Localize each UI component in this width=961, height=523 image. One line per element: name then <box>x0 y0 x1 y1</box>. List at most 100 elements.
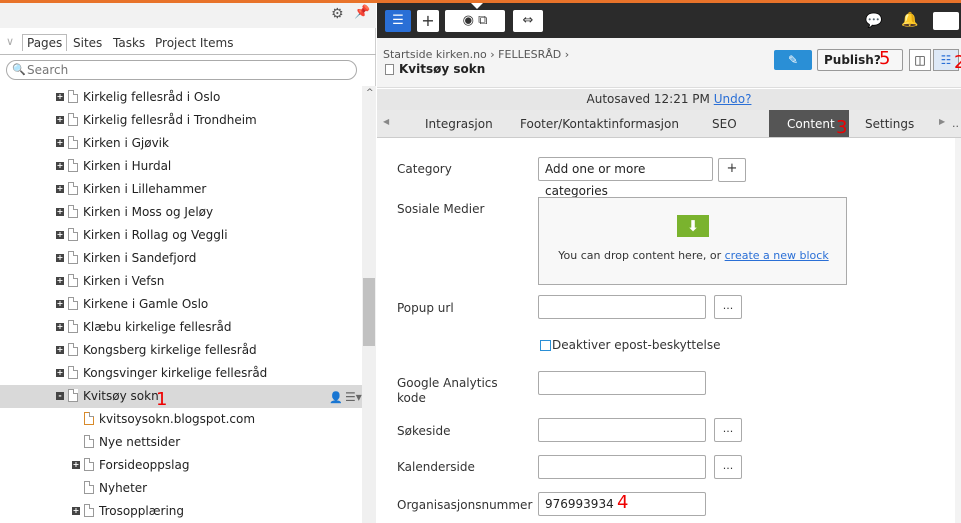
tree-row-label: Kirkene i Gamle Oslo <box>83 297 209 311</box>
page-icon <box>84 458 94 471</box>
collapse-icon[interactable]: - <box>56 392 64 400</box>
user-icon[interactable]: 👤 <box>329 391 343 404</box>
preview-button[interactable]: ◉ ⧉ <box>445 10 505 32</box>
tree-row-label: Forsideoppslag <box>99 458 190 472</box>
form-scrollbar[interactable] <box>955 138 961 523</box>
tree-row-label: Kirken i Rollag og Veggli <box>83 228 228 242</box>
category-button[interactable]: Add one or more categories <box>538 157 713 198</box>
search-page-input[interactable] <box>538 418 706 442</box>
search-page-browse-button[interactable]: ... <box>714 418 742 442</box>
tree-row[interactable]: + Kongsvinger kirkelige fellesråd <box>0 362 362 385</box>
expand-icon[interactable]: + <box>72 507 80 515</box>
more-tabs-icon[interactable]: .. <box>952 117 959 130</box>
tree-row[interactable]: Nye nettsider <box>0 431 362 454</box>
tree-row[interactable]: + Trosopplæring <box>0 500 362 523</box>
chat-icon[interactable]: 💬 <box>865 13 882 29</box>
tree-row[interactable]: - Kvitsøy sokn <box>0 385 362 408</box>
expand-icon[interactable]: + <box>56 208 64 216</box>
undo-link[interactable]: Undo? <box>714 92 752 106</box>
expand-icon[interactable]: + <box>56 162 64 170</box>
popup-browse-button[interactable]: ... <box>714 295 742 319</box>
expand-icon[interactable]: + <box>56 116 64 124</box>
page-tree: + Kirkelig fellesråd i Oslo + Kirkelig fell… <box>0 86 362 523</box>
expand-icon[interactable]: + <box>56 369 64 377</box>
tree-row[interactable]: + Kirkene i Gamle Oslo <box>0 293 362 316</box>
calendar-browse-button[interactable]: ... <box>714 455 742 479</box>
gear-icon[interactable]: ⚙ <box>331 6 344 22</box>
tree-row[interactable]: + Kongsberg kirkelige fellesråd <box>0 339 362 362</box>
tab-tasks[interactable]: Tasks <box>113 36 145 50</box>
autosave-text: Autosaved 12:21 PM <box>586 92 710 106</box>
expand-icon[interactable]: + <box>56 185 64 193</box>
expand-icon[interactable]: + <box>56 300 64 308</box>
popup-url-input[interactable] <box>538 295 706 319</box>
scroll-left-icon[interactable]: ◀ <box>383 117 389 126</box>
scrollbar-thumb[interactable] <box>363 278 375 346</box>
tab-settings[interactable]: Settings <box>865 117 914 131</box>
expand-icon[interactable]: + <box>56 346 64 354</box>
page-icon <box>68 113 78 126</box>
tree-toggle-button[interactable]: ☰ <box>385 10 411 32</box>
edit-icon[interactable]: ✎ <box>774 50 812 70</box>
tree-row[interactable]: + Klæbu kirkelige fellesråd <box>0 316 362 339</box>
expand-icon[interactable]: + <box>72 461 80 469</box>
tree-row[interactable]: + Forsideoppslag <box>0 454 362 477</box>
tree-row[interactable]: + Kirken i Gjøvik <box>0 132 362 155</box>
search-input[interactable] <box>27 63 347 77</box>
add-button[interactable]: + <box>417 10 439 32</box>
tree-row[interactable]: + Kirken i Rollag og Veggli <box>0 224 362 247</box>
page-icon <box>68 159 78 172</box>
tree-row[interactable]: + Kirken i Moss og Jeløy <box>0 201 362 224</box>
tree-row-label: Kirken i Moss og Jeløy <box>83 205 214 219</box>
page-icon <box>68 366 78 379</box>
bell-icon[interactable]: 🔔 <box>901 12 918 28</box>
content-drop-area[interactable]: ⬇ You can drop content here, or create a… <box>538 197 847 285</box>
tab-sites[interactable]: Sites <box>73 36 102 50</box>
tab-content[interactable]: Content <box>787 117 835 131</box>
scroll-up-arrow[interactable]: ^ <box>366 88 374 98</box>
email-protection-checkbox[interactable] <box>540 340 551 351</box>
row-menu-icon[interactable]: ☰▾ <box>345 390 362 404</box>
expand-icon[interactable]: + <box>56 139 64 147</box>
page-icon <box>68 251 78 264</box>
page-icon <box>68 205 78 218</box>
page-icon <box>68 274 78 287</box>
tab-project-items[interactable]: Project Items <box>155 36 233 50</box>
tree-row[interactable]: + Kirken i Sandefjord <box>0 247 362 270</box>
expand-icon[interactable]: + <box>56 93 64 101</box>
toolbar-dropdown-caret[interactable] <box>471 3 483 9</box>
tab-integrasjon[interactable]: Integrasjon <box>425 117 493 131</box>
tree-row[interactable]: + Kirkelig fellesråd i Oslo <box>0 86 362 109</box>
expand-icon[interactable]: + <box>56 231 64 239</box>
tab-pages[interactable]: Pages <box>22 34 68 51</box>
tab-seo[interactable]: SEO <box>712 117 737 131</box>
create-block-link[interactable]: create a new block <box>725 249 829 262</box>
expand-icon[interactable]: + <box>56 277 64 285</box>
expand-icon[interactable]: + <box>56 254 64 262</box>
page-icon <box>385 64 394 75</box>
tree-row[interactable]: + Kirkelig fellesråd i Trondheim <box>0 109 362 132</box>
compare-button[interactable]: ⇔ <box>513 10 543 32</box>
google-analytics-input[interactable] <box>538 371 706 395</box>
assets-pane-icon[interactable] <box>933 12 959 30</box>
tree-row-label: Kirken i Vefsn <box>83 274 165 288</box>
tree-row[interactable]: + Kirken i Vefsn <box>0 270 362 293</box>
pin-icon[interactable]: 📌 <box>354 5 370 20</box>
tab-footer-kontaktinformasjon[interactable]: Footer/Kontaktinformasjon <box>520 117 679 131</box>
calendar-page-input[interactable] <box>538 455 706 479</box>
category-add-button[interactable]: + <box>718 158 746 182</box>
scroll-right-icon[interactable]: ▶ <box>939 117 945 126</box>
publish-label: Publish? <box>824 53 881 67</box>
breadcrumb[interactable]: Startside kirken.no › FELLESRÅD › <box>383 48 569 61</box>
tree-row[interactable]: kvitsoysokn.blogspot.com <box>0 408 362 431</box>
tree-row[interactable]: + Kirken i Hurdal <box>0 155 362 178</box>
tree-row[interactable]: + Kirken i Lillehammer <box>0 178 362 201</box>
chevron-down-icon[interactable]: ∨ <box>6 35 14 48</box>
navigation-pane: ⚙ 📌 ∨ Pages Sites Tasks Project Items 🔍 … <box>0 3 376 523</box>
expand-icon[interactable]: + <box>56 323 64 331</box>
email-protection-label: Deaktiver epost-beskyttelse <box>552 338 721 352</box>
tree-row-label: Kirkelig fellesråd i Oslo <box>83 90 221 104</box>
tree-row[interactable]: Nyheter <box>0 477 362 500</box>
layout-toggle-button[interactable]: ◫ <box>909 49 931 71</box>
content-form: Category Add one or more categories + So… <box>377 138 961 523</box>
